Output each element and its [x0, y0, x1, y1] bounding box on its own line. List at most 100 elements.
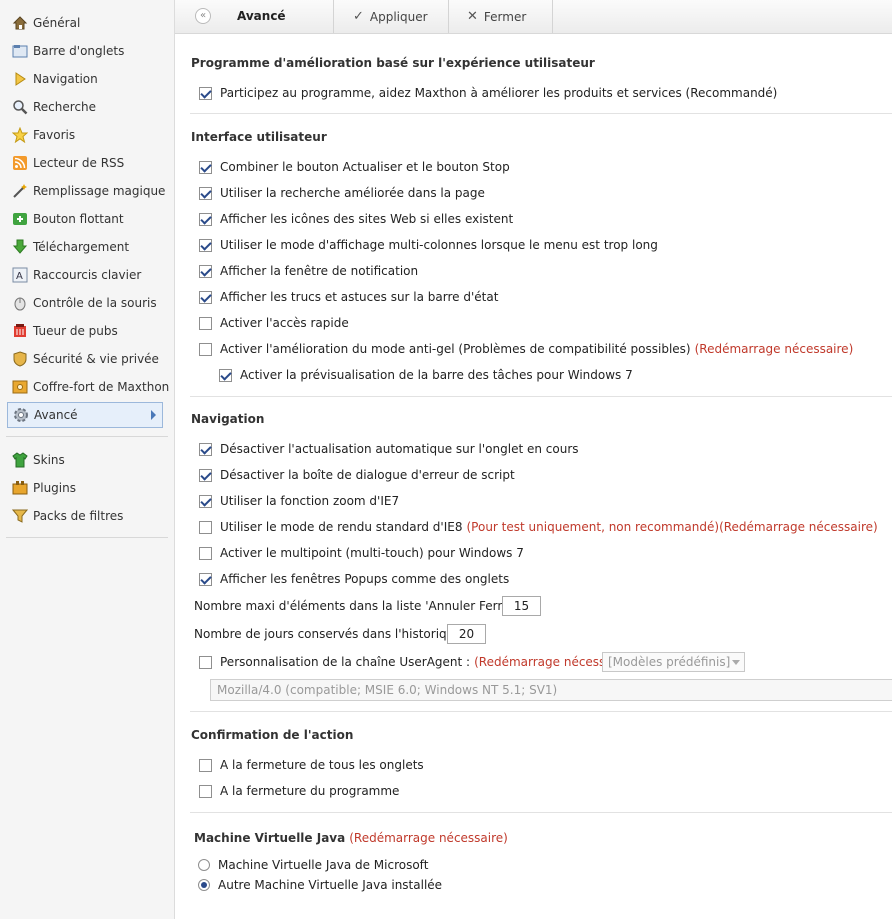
checkbox[interactable]: [199, 494, 212, 508]
radio-button[interactable]: [198, 879, 210, 891]
checkbox[interactable]: [199, 186, 212, 200]
sidebar-item-general[interactable]: Général: [7, 10, 163, 36]
option-row[interactable]: Désactiver la boîte de dialogue d'erreur…: [199, 466, 515, 484]
option-row[interactable]: Activer le multipoint (multi-touch) pour…: [199, 544, 524, 562]
option-label: Utiliser le mode d'affichage multi-colon…: [220, 238, 658, 252]
floating-button-icon: [12, 211, 28, 227]
sidebar-item-label: Remplissage magique: [33, 184, 166, 198]
option-label: Afficher les fenêtres Popups comme des o…: [220, 572, 510, 586]
checkbox[interactable]: [199, 316, 212, 330]
checkbox[interactable]: [199, 468, 212, 482]
option-row[interactable]: Afficher les icônes des sites Web si ell…: [199, 210, 513, 228]
chevron-down-icon: [732, 660, 740, 665]
sidebar-item-magic-fill[interactable]: Remplissage magique: [7, 178, 166, 204]
checkbox[interactable]: [199, 784, 212, 798]
sidebar-item-label: Avancé: [34, 408, 78, 422]
gear-icon: [13, 407, 29, 423]
option-label: Activer le multipoint (multi-touch) pour…: [220, 546, 524, 560]
mouse-icon: [12, 295, 28, 311]
history-days-input[interactable]: 20: [447, 624, 486, 644]
option-row[interactable]: Participez au programme, aidez Maxthon à…: [199, 84, 777, 102]
option-row[interactable]: Afficher les fenêtres Popups comme des o…: [199, 570, 509, 588]
sidebar-item-label: Lecteur de RSS: [33, 156, 125, 170]
sidebar-item-maxthon-vault[interactable]: Coffre-fort de Maxthon: [7, 374, 169, 400]
filter-icon: [12, 508, 28, 524]
sidebar-item-keyboard-shortcuts[interactable]: A Raccourcis clavier: [7, 262, 163, 288]
sidebar-item-floating-button[interactable]: Bouton flottant: [7, 206, 163, 232]
checkbox[interactable]: [199, 520, 212, 534]
option-row[interactable]: Afficher la fenêtre de notification: [199, 262, 418, 280]
toolbar-divider: [333, 0, 334, 33]
section-title-program: Programme d'amélioration basé sur l'expé…: [191, 56, 595, 70]
sidebar-item-label: Général: [33, 16, 81, 30]
option-row[interactable]: Utiliser le mode de rendu standard d'IE8…: [199, 518, 878, 536]
sidebar-item-label: Raccourcis clavier: [33, 268, 142, 282]
max-items-input[interactable]: 15: [502, 596, 541, 616]
test-warning-note: (Pour test uniquement, non recommandé)(R…: [466, 520, 878, 534]
sidebar-item-tab-bar[interactable]: Barre d'onglets: [7, 38, 163, 64]
option-row[interactable]: Utiliser la recherche améliorée dans la …: [199, 184, 485, 202]
option-row[interactable]: Activer l'accès rapide: [199, 314, 349, 332]
sidebar-item-download[interactable]: Téléchargement: [7, 234, 163, 260]
checkbox[interactable]: [199, 572, 212, 586]
option-label: Combiner le bouton Actualiser et le bout…: [220, 160, 510, 174]
back-button[interactable]: «: [195, 8, 211, 24]
option-row[interactable]: Combiner le bouton Actualiser et le bout…: [199, 158, 510, 176]
sidebar-item-mouse-control[interactable]: Contrôle de la souris: [7, 290, 163, 316]
sidebar-item-security-privacy[interactable]: Sécurité & vie privée: [7, 346, 163, 372]
radio-button[interactable]: [198, 859, 210, 871]
sidebar-item-favorites[interactable]: Favoris: [7, 122, 163, 148]
close-icon: ✕: [467, 9, 478, 24]
option-label: Utiliser la recherche améliorée dans la …: [220, 186, 485, 200]
search-icon: [12, 99, 28, 115]
restart-note: (Redémarrage nécessaire): [694, 342, 854, 356]
sidebar-item-plugins[interactable]: Plugins: [7, 475, 163, 501]
sidebar-item-search[interactable]: Recherche: [7, 94, 163, 120]
checkbox[interactable]: [199, 238, 212, 252]
option-row[interactable]: Utiliser la fonction zoom d'IE7: [199, 492, 399, 510]
checkbox[interactable]: [199, 86, 212, 100]
checkbox[interactable]: [199, 160, 212, 174]
checkbox[interactable]: [199, 442, 212, 456]
checkbox[interactable]: [199, 290, 212, 304]
svg-text:A: A: [16, 271, 23, 282]
useragent-input[interactable]: Mozilla/4.0 (compatible; MSIE 6.0; Windo…: [210, 679, 892, 701]
checkbox[interactable]: [199, 212, 212, 226]
sidebar-item-label: Téléchargement: [33, 240, 130, 254]
option-row[interactable]: A la fermeture du programme: [199, 782, 399, 800]
useragent-label: Personnalisation de la chaîne UserAgent …: [220, 655, 471, 669]
option-label: Afficher les trucs et astuces sur la bar…: [220, 290, 499, 304]
toolbar-divider: [552, 0, 553, 33]
apply-button[interactable]: ✓ Appliquer: [353, 0, 428, 33]
option-row[interactable]: Afficher les trucs et astuces sur la bar…: [199, 288, 498, 306]
sidebar-item-ad-killer[interactable]: Tueur de pubs: [7, 318, 163, 344]
radio-row[interactable]: Machine Virtuelle Java de Microsoft: [198, 856, 428, 874]
sidebar-item-filter-packs[interactable]: Packs de filtres: [7, 503, 163, 529]
history-days-label: Nombre de jours conservés dans l'histori…: [194, 627, 470, 641]
useragent-template-select[interactable]: [Modèles prédéfinis]: [602, 652, 745, 672]
option-row[interactable]: Utiliser le mode d'affichage multi-colon…: [199, 236, 658, 254]
useragent-row[interactable]: Personnalisation de la chaîne UserAgent …: [199, 653, 633, 671]
checkbox[interactable]: [199, 264, 212, 278]
checkbox[interactable]: [199, 546, 212, 560]
option-label: Afficher les icônes des sites Web si ell…: [220, 212, 514, 226]
close-button[interactable]: ✕ Fermer: [467, 0, 526, 33]
option-label: Afficher la fenêtre de notification: [220, 264, 419, 278]
option-row[interactable]: Activer la prévisualisation de la barre …: [219, 366, 633, 384]
checkbox[interactable]: [199, 758, 212, 772]
checkmark-icon: ✓: [353, 9, 364, 24]
sidebar-item-rss[interactable]: Lecteur de RSS: [7, 150, 163, 176]
useragent-checkbox[interactable]: [199, 655, 212, 669]
section-title-ui: Interface utilisateur: [191, 130, 327, 144]
checkbox[interactable]: [219, 368, 232, 382]
option-row[interactable]: A la fermeture de tous les onglets: [199, 756, 424, 774]
option-row[interactable]: Désactiver l'actualisation automatique s…: [199, 440, 579, 458]
sidebar-item-advanced[interactable]: Avancé: [7, 402, 163, 428]
option-label: A la fermeture de tous les onglets: [220, 758, 424, 772]
sidebar-item-label: Contrôle de la souris: [33, 296, 157, 310]
sidebar-item-skins[interactable]: Skins: [7, 447, 163, 473]
checkbox[interactable]: [199, 342, 212, 356]
option-row[interactable]: Activer l'amélioration du mode anti-gel …: [199, 340, 853, 358]
sidebar-item-navigation[interactable]: Navigation: [7, 66, 163, 92]
radio-row[interactable]: Autre Machine Virtuelle Java installée: [198, 876, 442, 894]
